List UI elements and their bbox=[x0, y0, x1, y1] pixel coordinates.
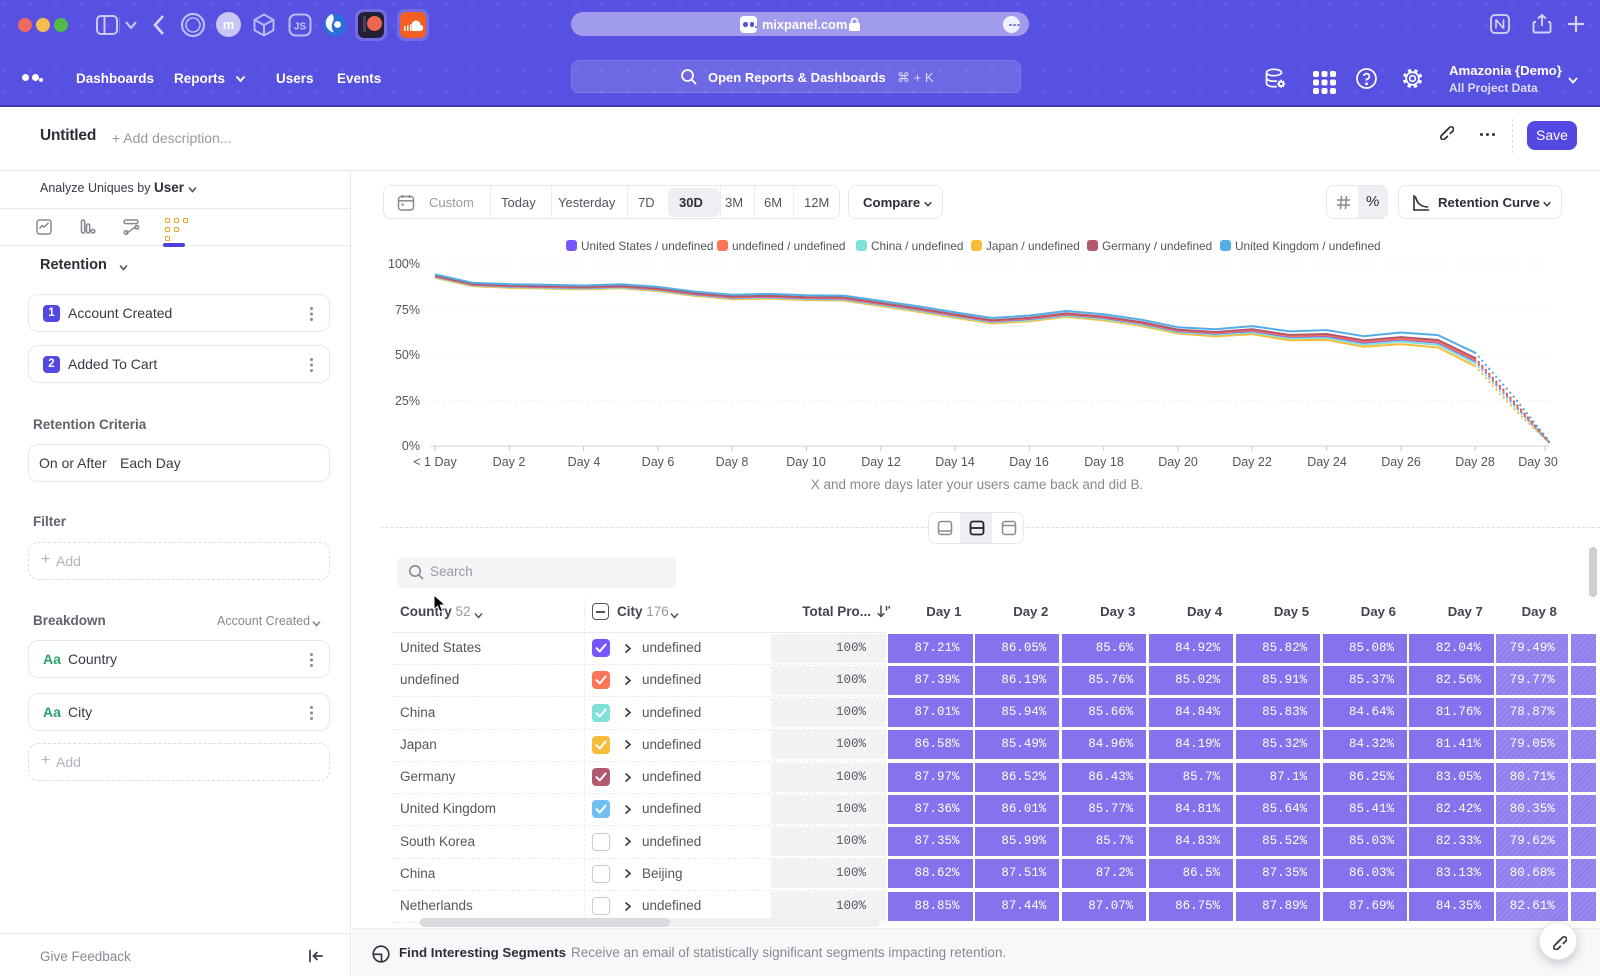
svg-text:JS: JS bbox=[294, 22, 307, 33]
